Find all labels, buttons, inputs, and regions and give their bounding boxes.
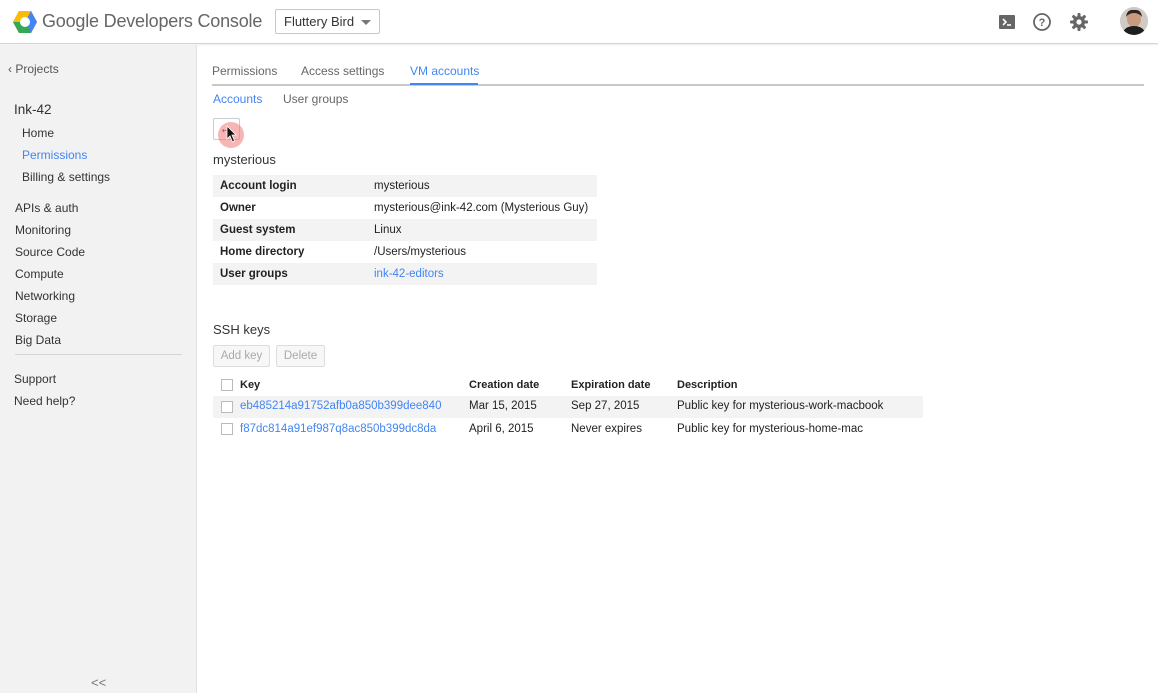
sidebar-item-billing[interactable]: Billing & settings — [22, 170, 110, 184]
ssh-key-link[interactable]: eb485214a91752afb0a850b399dee840 — [240, 400, 441, 412]
projects-link-label: Projects — [15, 62, 59, 76]
creation-date-cell: Mar 15, 2015 — [469, 400, 537, 412]
project-selector[interactable]: Fluttery Bird — [275, 9, 380, 34]
mouse-cursor-icon — [226, 125, 237, 143]
console-logo-icon[interactable] — [12, 10, 38, 34]
ssh-keys-heading: SSH keys — [213, 322, 271, 337]
detail-key: Owner — [220, 202, 256, 214]
expiration-date-cell: Sep 27, 2015 — [571, 400, 640, 412]
sidebar-divider — [15, 354, 182, 355]
user-avatar-image — [1120, 7, 1148, 35]
back-to-projects-link[interactable]: ‹ Projects — [8, 62, 59, 76]
column-header-key[interactable]: Key — [240, 379, 260, 391]
detail-key: Guest system — [220, 224, 296, 236]
dropdown-caret-icon — [361, 20, 371, 25]
description-cell: Public key for mysterious-home-mac — [677, 423, 863, 435]
sidebar-item-home[interactable]: Home — [22, 126, 54, 140]
tab-vm-accounts[interactable]: VM accounts — [410, 64, 479, 78]
sidebar-item-need-help[interactable]: Need help? — [14, 394, 75, 408]
tab-access-settings[interactable]: Access settings — [301, 64, 384, 78]
tabs-divider — [212, 84, 1144, 86]
delete-button[interactable]: Delete — [276, 345, 325, 367]
sidebar-item-support[interactable]: Support — [14, 372, 56, 386]
column-header-description[interactable]: Description — [677, 379, 738, 391]
subtab-user-groups[interactable]: User groups — [283, 92, 348, 106]
add-key-button[interactable]: Add key — [213, 345, 270, 367]
help-icon[interactable]: ? — [1032, 12, 1052, 32]
settings-icon[interactable] — [1069, 12, 1089, 32]
ssh-key-link[interactable]: f87dc814a91ef987q8ac850b399dc8da — [240, 423, 436, 435]
sidebar-item-apis-auth[interactable]: APIs & auth — [15, 201, 78, 215]
column-header-expiration-date[interactable]: Expiration date — [571, 379, 650, 391]
detail-value: mysterious@ink-42.com (Mysterious Guy) — [374, 202, 589, 214]
project-selector-label: Fluttery Bird — [284, 14, 355, 29]
detail-row-owner: Owner mysterious@ink-42.com (Mysterious … — [213, 197, 597, 219]
description-cell: Public key for mysterious-work-macbook — [677, 400, 884, 412]
detail-row-guest-system: Guest system Linux — [213, 219, 597, 241]
sidebar-item-networking[interactable]: Networking — [15, 289, 75, 303]
detail-value: mysterious — [374, 180, 430, 192]
detail-row-user-groups: User groups ink-42-editors — [213, 263, 597, 285]
subtab-accounts[interactable]: Accounts — [213, 92, 262, 106]
sidebar-project-name[interactable]: Ink-42 — [14, 102, 52, 117]
expiration-date-cell: Never expires — [571, 423, 642, 435]
creation-date-cell: April 6, 2015 — [469, 423, 534, 435]
column-header-creation-date[interactable]: Creation date — [469, 379, 539, 391]
detail-row-home-directory: Home directory /Users/mysterious — [213, 241, 597, 263]
user-avatar[interactable] — [1120, 7, 1148, 35]
row-checkbox[interactable] — [221, 401, 233, 413]
brand-title[interactable]: Google Developers Console — [42, 11, 262, 32]
svg-text:?: ? — [1039, 17, 1046, 29]
detail-value: Linux — [374, 224, 402, 236]
sidebar-item-permissions[interactable]: Permissions — [22, 148, 87, 162]
detail-row-account-login: Account login mysterious — [213, 175, 597, 197]
detail-value: /Users/mysterious — [374, 246, 467, 258]
sidebar-item-big-data[interactable]: Big Data — [15, 333, 61, 347]
chevron-left-icon: ‹ — [8, 62, 12, 76]
row-checkbox[interactable] — [221, 423, 233, 435]
detail-key: User groups — [220, 268, 288, 280]
active-tab-indicator — [410, 83, 478, 85]
sidebar-item-source-code[interactable]: Source Code — [15, 245, 85, 259]
top-bar: Google Developers Console Fluttery Bird … — [0, 0, 1158, 44]
detail-key: Home directory — [220, 246, 305, 258]
select-all-checkbox[interactable] — [221, 379, 233, 391]
user-group-link[interactable]: ink-42-editors — [374, 268, 444, 280]
sidebar-item-monitoring[interactable]: Monitoring — [15, 223, 71, 237]
sidebar-item-compute[interactable]: Compute — [15, 267, 64, 281]
sidebar-item-storage[interactable]: Storage — [15, 311, 57, 325]
account-name-heading: mysterious — [213, 152, 276, 167]
collapse-sidebar-icon[interactable]: << — [91, 675, 106, 690]
detail-key: Account login — [220, 180, 297, 192]
tab-permissions[interactable]: Permissions — [212, 64, 277, 78]
sidebar: ‹ Projects Ink-42 Home Permissions Billi… — [0, 45, 197, 693]
terminal-icon[interactable] — [997, 12, 1017, 32]
